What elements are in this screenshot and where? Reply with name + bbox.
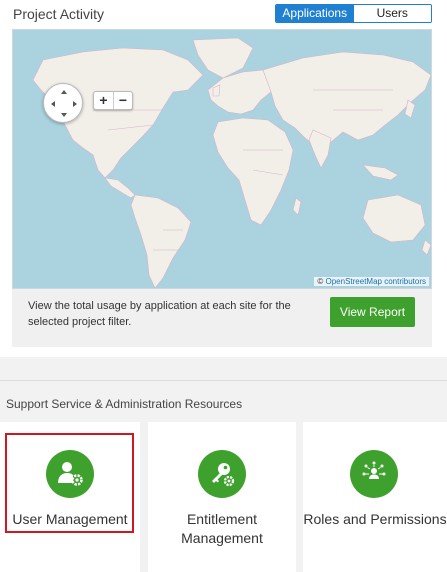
project-activity-panel: Project Activity Applications Users + − … xyxy=(0,0,447,357)
report-description: View the total usage by application at e… xyxy=(28,300,291,328)
zoom-out-button[interactable]: − xyxy=(113,92,132,109)
attribution-prefix: © xyxy=(317,277,324,286)
pan-right-icon[interactable] xyxy=(73,101,77,107)
attribution-link[interactable]: OpenStreetMap contributors xyxy=(326,277,427,286)
pan-down-icon[interactable] xyxy=(61,113,67,117)
card-label: Roles and Permissions xyxy=(303,511,447,527)
card-label: Entitlement Management xyxy=(181,511,263,546)
key-gear-icon xyxy=(198,450,246,498)
resources-title: Support Service & Administration Resourc… xyxy=(6,397,243,411)
people-network-icon xyxy=(350,450,398,498)
view-report-button[interactable]: View Report xyxy=(330,297,415,327)
view-toggle: Applications Users xyxy=(275,4,432,23)
selection-highlight xyxy=(5,433,134,533)
toggle-applications[interactable]: Applications xyxy=(276,5,354,22)
map-attribution: © OpenStreetMap contributors xyxy=(314,277,429,286)
zoom-in-button[interactable]: + xyxy=(94,92,113,109)
map-zoom-control: + − xyxy=(93,91,133,110)
report-row: View the total usage by application at e… xyxy=(12,289,432,347)
world-map[interactable]: + − © OpenStreetMap contributors xyxy=(12,29,432,289)
entitlement-management-card[interactable]: Entitlement Management xyxy=(148,422,296,572)
map-canvas xyxy=(32,37,431,288)
pan-up-icon[interactable] xyxy=(61,90,67,94)
panel-title: Project Activity xyxy=(13,6,105,22)
map-pan-control[interactable] xyxy=(43,83,83,123)
section-divider xyxy=(0,380,447,381)
roles-permissions-card[interactable]: Roles and Permissions xyxy=(303,422,447,572)
pan-left-icon[interactable] xyxy=(51,101,55,107)
toggle-users[interactable]: Users xyxy=(353,5,431,22)
